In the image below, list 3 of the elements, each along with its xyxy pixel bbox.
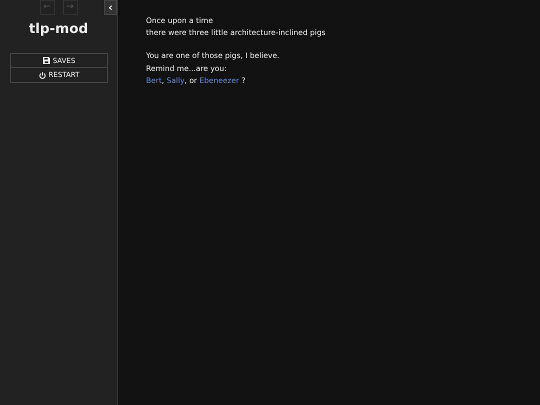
collapse-button[interactable]: ‹ [104,0,117,15]
story-title: tlp-mod [28,20,90,39]
power-icon [38,72,46,79]
